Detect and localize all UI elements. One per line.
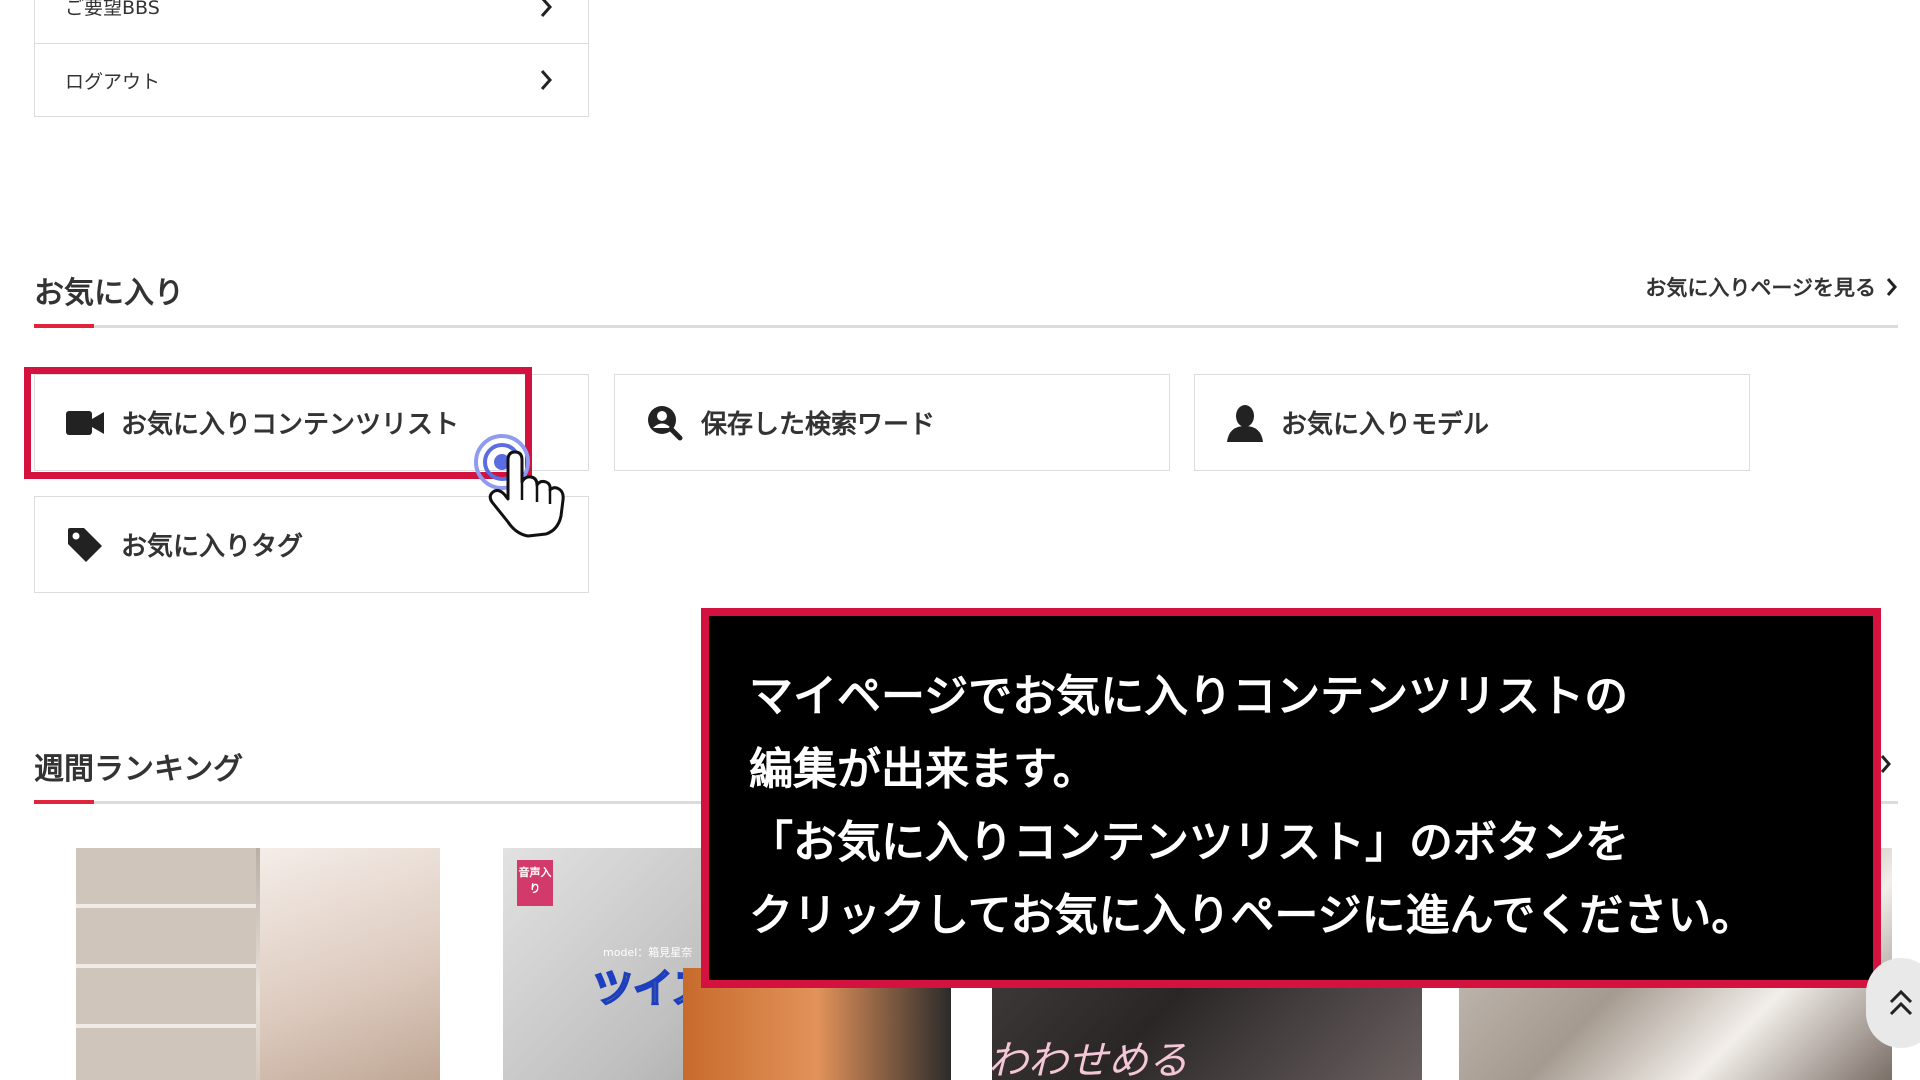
chevron-right-icon[interactable] [1880,754,1892,774]
hand-pointer-cursor-icon [474,434,565,538]
button-label: お気に入りモデル [1281,410,1490,440]
section-title: 週間ランキング [34,752,244,787]
thumbnail-portrait [260,848,440,1080]
menu-item-label: ご要望BBS [65,0,160,19]
tutorial-callout: マイページでお気に入りコンテンツリストの 編集が出来ます。 「お気に入りコンテン… [701,608,1881,988]
favorites-more-link[interactable]: お気に入りページを見る [1645,272,1898,302]
section-divider-accent [34,324,94,328]
callout-line: マイページでお気に入りコンテンツリストの [749,671,1629,722]
menu-item-logout[interactable]: ログアウト [35,43,588,116]
favorite-models-button[interactable]: お気に入りモデル [1194,374,1750,471]
menu-item-label: ログアウト [65,70,161,93]
button-label: お気に入りコンテンツリスト [121,410,460,440]
account-menu: ご要望BBS ログアウト [34,0,589,117]
section-divider-accent [34,800,94,804]
callout-line: クリックしてお気に入りページに進んでください。 [749,890,1756,941]
section-title: お気に入り [34,276,184,311]
menu-item-request-bbs[interactable]: ご要望BBS [35,0,588,43]
chevron-right-icon [534,68,558,92]
tag-icon [65,525,105,565]
chevron-right-icon [1886,278,1897,296]
favorites-section-header: お気に入り お気に入りページを見る [34,268,1898,328]
thumbnail-collage [76,848,256,1080]
video-camera-icon [65,403,105,443]
ranking-thumbnail-1[interactable] [76,848,440,1080]
search-user-icon [645,403,685,443]
callout-line: 「お気に入りコンテンツリスト」のボタンを [749,817,1629,868]
button-label: 保存した検索ワード [701,410,936,440]
audio-badge: 音声入り [517,860,553,906]
button-label: お気に入りタグ [121,532,304,562]
person-icon [1225,403,1265,443]
section-divider [34,325,1898,328]
chevron-right-icon [534,0,558,19]
double-chevron-up-icon [1889,989,1913,1016]
thumbnail-caption: わわせめる [992,1038,1188,1080]
scroll-to-top-button[interactable] [1866,958,1920,1048]
more-link-label: お気に入りページを見る [1645,276,1876,300]
callout-line: 編集が出来ます。 [749,744,1097,795]
saved-search-words-button[interactable]: 保存した検索ワード [614,374,1170,471]
